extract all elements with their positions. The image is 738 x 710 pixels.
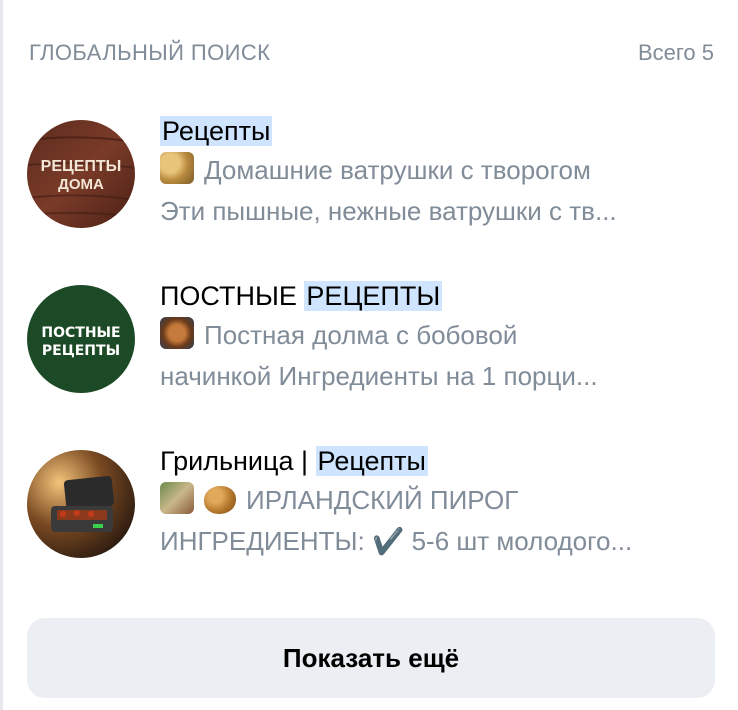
result-body: ПОСТНЫЕ РЕЦЕПТЫ Постная долма с бобовой … [160, 277, 717, 397]
post-snippet-line: Эти пышные, нежные ватрушки с тв... [160, 196, 617, 226]
food-emoji-icon [160, 317, 194, 349]
search-result[interactable]: ПОСТНЫЕ РЕЦЕПТЫ ПОСТНЫЕ РЕЦЕПТЫ Постная … [27, 277, 717, 417]
pastry-emoji-icon [160, 152, 194, 184]
snippet-text: Домашние ватрушки с творогом [204, 155, 591, 185]
avatar-label: РЕЦЕПТЫ [41, 158, 122, 175]
potato-emoji-icon [204, 486, 236, 514]
result-body: Рецепты Домашние ватрушки с творогом Эти… [160, 112, 717, 232]
search-result[interactable]: Грильница | Рецепты ИРЛАНДСКИЙ ПИРОГ ИНГ… [27, 442, 717, 582]
avatar-label: РЕЦЕПТЫ [42, 343, 120, 359]
search-result[interactable]: РЕЦЕПТЫ ДОМА Рецепты Домашние ватрушки с… [27, 112, 717, 252]
result-title: Рецепты [160, 112, 717, 150]
search-match-highlight: РЕЦЕПТЫ [304, 281, 443, 311]
global-search-panel: ГЛОБАЛЬНЫЙ ПОИСК Всего 5 РЕЦЕПТЫ ДОМА Ре… [3, 0, 738, 710]
section-header: ГЛОБАЛЬНЫЙ ПОИСК Всего 5 [29, 38, 714, 68]
post-snippet-line: Домашние ватрушки с творогом [160, 150, 717, 191]
snippet-text: Постная долма с бобовой [204, 320, 518, 350]
community-avatar: ПОСТНЫЕ РЕЦЕПТЫ [27, 285, 135, 393]
avatar-label: ПОСТНЫЕ [41, 325, 120, 341]
search-match-highlight: Рецепты [315, 446, 428, 476]
post-snippet-line: ИНГРЕДИЕНТЫ: ✔️ 5-6 шт молодого... [160, 526, 633, 556]
post-snippet-line: начинкой Ингредиенты на 1 порци... [160, 361, 598, 391]
snippet-text: ИРЛАНДСКИЙ ПИРОГ [246, 485, 519, 515]
community-avatar: РЕЦЕПТЫ ДОМА [27, 120, 135, 228]
post-snippet-line: Постная долма с бобовой [160, 315, 717, 356]
avatar-label: ДОМА [58, 176, 104, 193]
video-thumb-emoji-icon [160, 482, 194, 514]
result-title: ПОСТНЫЕ РЕЦЕПТЫ [160, 277, 717, 315]
search-match-highlight: Рецепты [160, 116, 273, 146]
results-count: Всего 5 [637, 40, 714, 65]
result-body: Грильница | Рецепты ИРЛАНДСКИЙ ПИРОГ ИНГ… [160, 442, 717, 562]
result-title: Грильница | Рецепты [160, 442, 717, 480]
community-avatar [27, 450, 135, 558]
section-title: ГЛОБАЛЬНЫЙ ПОИСК [29, 40, 271, 65]
title-text: ПОСТНЫЕ [160, 281, 305, 311]
show-more-button[interactable]: Показать ещё [27, 618, 715, 698]
title-text: Грильница | [160, 446, 316, 476]
post-snippet-line: ИРЛАНДСКИЙ ПИРОГ [160, 480, 717, 521]
